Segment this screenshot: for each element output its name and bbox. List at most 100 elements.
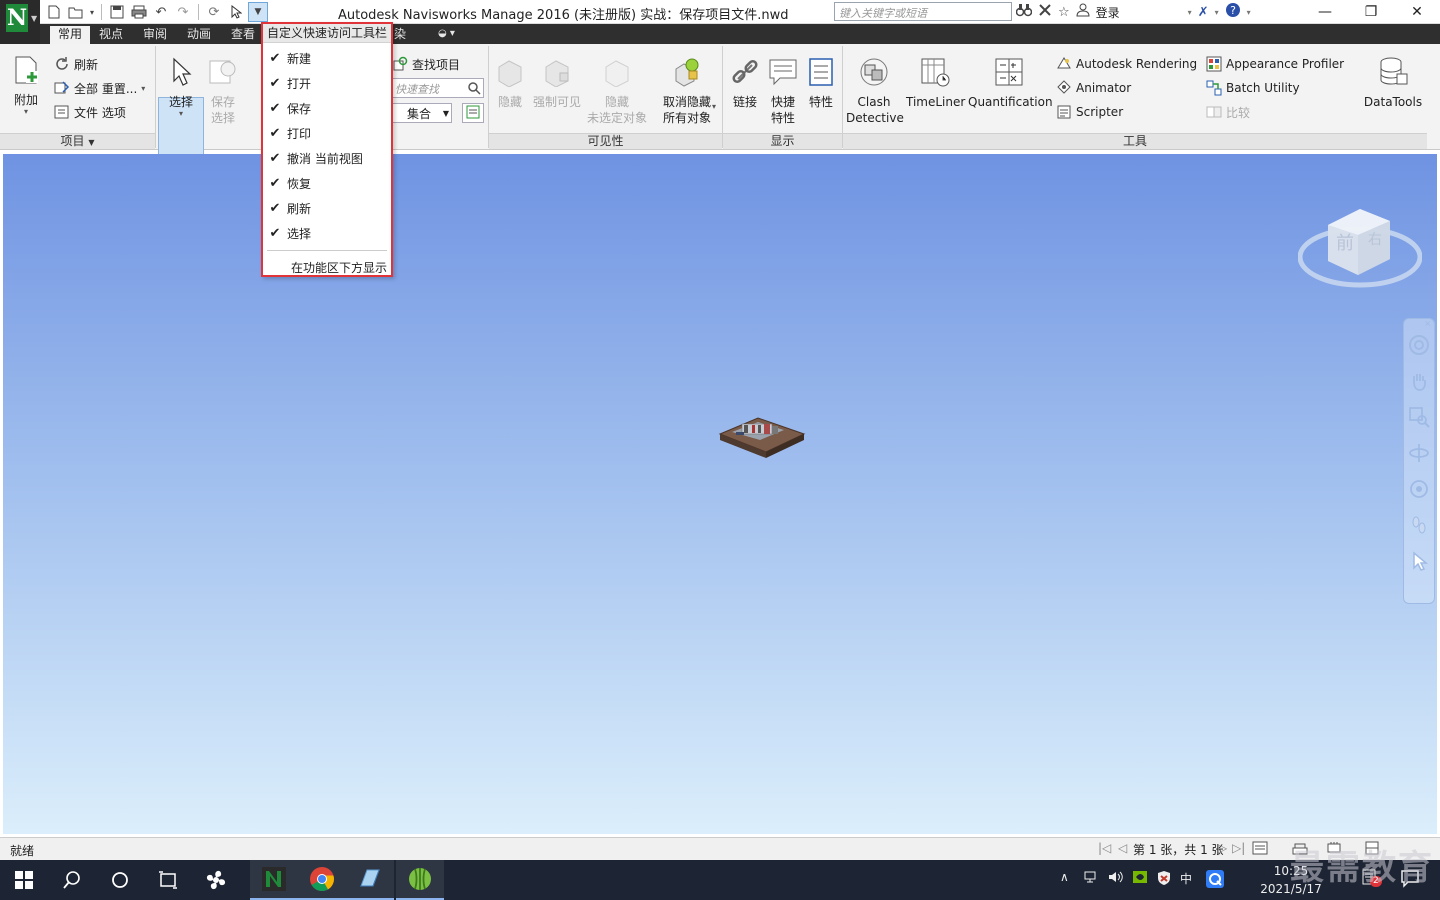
last-sheet-icon[interactable]: ▷|: [1232, 841, 1245, 855]
search-icon[interactable]: [48, 860, 96, 900]
favorites-star-icon[interactable]: ☆: [1058, 5, 1070, 20]
next-sheet-icon[interactable]: ▷: [1218, 841, 1227, 855]
search-binoculars-icon[interactable]: [1015, 3, 1033, 21]
quick-find-input[interactable]: 快速查找: [392, 78, 484, 98]
nvidia-icon[interactable]: [1132, 870, 1148, 887]
prev-sheet-icon[interactable]: ◁: [1118, 841, 1127, 855]
login-dropdown-icon[interactable]: ▾: [1188, 8, 1192, 17]
menu-item-undo[interactable]: ✔ 撤消 当前视图: [263, 146, 391, 171]
orbit-icon[interactable]: [1404, 435, 1434, 471]
first-sheet-icon[interactable]: |◁: [1098, 841, 1111, 855]
chrome-icon[interactable]: [298, 860, 346, 900]
sets-dropdown[interactable]: 集合 ▼: [392, 103, 452, 123]
zoom-window-icon[interactable]: [1404, 399, 1434, 435]
menu-item-refresh[interactable]: ✔ 刷新: [263, 196, 391, 221]
tab-animation[interactable]: 动画: [179, 26, 219, 44]
links-button[interactable]: 链接: [728, 56, 762, 110]
select-cursor-nav-icon[interactable]: [1404, 543, 1434, 579]
menu-item-open[interactable]: ✔ 打开: [263, 71, 391, 96]
require-button[interactable]: 强制可见: [530, 56, 584, 110]
ime-indicator[interactable]: 中: [1180, 870, 1192, 887]
autodesk-rendering-button[interactable]: Autodesk Rendering: [1056, 54, 1197, 74]
quantification-button[interactable]: Quantification: [968, 56, 1053, 110]
exchange-dropdown-icon[interactable]: ▾: [1215, 8, 1219, 17]
minimize-button[interactable]: —: [1302, 0, 1348, 24]
notes-app-icon[interactable]: [346, 860, 394, 900]
compare-button[interactable]: 比较: [1206, 102, 1250, 122]
task-view-icon[interactable]: [144, 860, 192, 900]
select-cursor-icon[interactable]: [226, 2, 246, 22]
restore-button[interactable]: ❐: [1348, 0, 1394, 24]
select-button[interactable]: 选择 ▾: [158, 56, 204, 118]
redo-icon[interactable]: ↷: [173, 2, 193, 22]
start-button[interactable]: [0, 860, 48, 900]
refresh-icon[interactable]: ⟳: [204, 2, 224, 22]
print-icon[interactable]: [129, 2, 149, 22]
sheet-browser-icon[interactable]: [1252, 840, 1268, 859]
tab-viewpoint[interactable]: 视点: [91, 26, 131, 44]
keyword-search-input[interactable]: 键入关键字或短语: [834, 2, 1012, 21]
find-items-button[interactable]: 查找项目: [392, 54, 460, 74]
menu-item-save[interactable]: ✔ 保存: [263, 96, 391, 121]
scripter-button[interactable]: Scripter: [1056, 102, 1123, 122]
timeliner-button[interactable]: TimeLiner: [906, 56, 965, 110]
save-icon[interactable]: [107, 2, 127, 22]
tab-home[interactable]: 常用: [50, 26, 91, 44]
menu-item-redo[interactable]: ✔ 恢复: [263, 171, 391, 196]
subscription-icon[interactable]: [1038, 3, 1052, 21]
network-icon[interactable]: [1084, 870, 1100, 887]
reset-all-button[interactable]: 全部 重置... ▾: [54, 78, 145, 98]
save-selection-button[interactable]: 保存 选择: [206, 56, 240, 126]
application-menu-button[interactable]: N ▼: [0, 0, 40, 44]
steering-wheel-icon[interactable]: [1404, 327, 1434, 363]
append-dropdown-icon[interactable]: ▾: [8, 108, 44, 116]
file-options-button[interactable]: 文件 选项: [54, 102, 126, 122]
datatools-button[interactable]: DataTools: [1360, 56, 1426, 110]
look-around-icon[interactable]: [1404, 471, 1434, 507]
volume-icon[interactable]: [1108, 870, 1124, 887]
fan-app-icon[interactable]: [192, 860, 240, 900]
unhide-all-dropdown-icon[interactable]: ▾: [712, 102, 716, 111]
close-button[interactable]: ✕: [1394, 0, 1440, 24]
batch-utility-button[interactable]: Batch Utility: [1206, 78, 1300, 98]
pan-hand-icon[interactable]: [1404, 363, 1434, 399]
qq-browser-icon[interactable]: [1206, 870, 1224, 891]
customize-qat-dropdown-icon[interactable]: ▼: [248, 2, 268, 22]
viewcube[interactable]: 前 右: [1297, 199, 1423, 299]
undo-icon[interactable]: ↶: [151, 2, 171, 22]
scene-viewport[interactable]: 前 右 ×: [3, 154, 1437, 834]
manage-sets-button[interactable]: [462, 103, 484, 123]
hide-unselected-button[interactable]: 隐藏 未选定对象: [586, 56, 648, 126]
login-link[interactable]: 登录: [1096, 4, 1120, 21]
exchange-icon[interactable]: ✗: [1198, 5, 1209, 20]
menu-item-new[interactable]: ✔ 新建: [263, 46, 391, 71]
menu-item-print[interactable]: ✔ 打印: [263, 121, 391, 146]
append-button[interactable]: 附加 ▾: [8, 54, 44, 116]
hide-button[interactable]: 隐藏: [494, 56, 526, 110]
animator-button[interactable]: Animator: [1056, 78, 1131, 98]
navisworks-taskbar-icon[interactable]: [250, 860, 298, 900]
menu-item-select[interactable]: ✔ 选择: [263, 221, 391, 246]
refresh-button[interactable]: 刷新: [54, 54, 98, 74]
walk-icon[interactable]: [1404, 507, 1434, 543]
user-icon[interactable]: [1076, 3, 1090, 21]
tab-review[interactable]: 审阅: [135, 26, 175, 44]
quick-find-search-icon[interactable]: [467, 81, 481, 98]
tab-view[interactable]: 查看: [223, 26, 263, 44]
cortana-icon[interactable]: [96, 860, 144, 900]
clash-detective-button[interactable]: Clash Detective: [846, 56, 904, 126]
help-dropdown-icon[interactable]: ▾: [1247, 8, 1251, 17]
quick-properties-button[interactable]: 快捷 特性: [766, 56, 800, 126]
open-icon[interactable]: [66, 2, 86, 22]
ribbon-minimize-toggle-icon[interactable]: ◒ ▾: [430, 26, 463, 44]
new-icon[interactable]: [44, 2, 64, 22]
open-dropdown-icon[interactable]: ▾: [88, 2, 96, 22]
watermelon-app-icon[interactable]: [396, 860, 444, 900]
navbar-close-icon[interactable]: ×: [1404, 319, 1434, 328]
project-panel-title[interactable]: 项目 ▼: [0, 133, 155, 149]
show-hidden-icons-icon[interactable]: ∧: [1060, 870, 1069, 884]
unhide-all-button[interactable]: 取消隐藏 所有对象: [658, 56, 716, 126]
help-icon[interactable]: ?: [1225, 2, 1241, 22]
appearance-profiler-button[interactable]: Appearance Profiler: [1206, 54, 1344, 74]
menu-item-show-below-ribbon[interactable]: 在功能区下方显示: [263, 255, 391, 280]
